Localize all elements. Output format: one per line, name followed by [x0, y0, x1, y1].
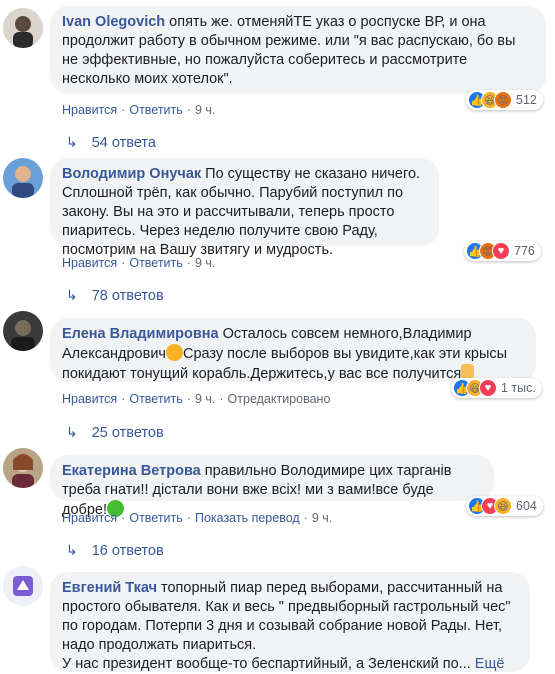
haha-icon: 😆 [494, 497, 512, 515]
see-more-link[interactable]: Ещё [475, 656, 505, 672]
avatar[interactable] [3, 158, 43, 198]
like-link[interactable]: Нравится [62, 511, 117, 525]
comment-actions: Нравится · Ответить · Показать перевод · 9 ч. [62, 511, 333, 525]
comment-author[interactable]: Елена Владимировна [62, 326, 219, 342]
comment-author[interactable]: Ivan Olegovich [62, 14, 165, 30]
replies-count: 78 ответов [91, 287, 164, 304]
comment-actions: Нравится · Ответить · 9 ч. [62, 256, 216, 270]
comment-bubble: Ivan Olegovich опять же. отменяйТЕ указ о… [50, 6, 546, 94]
comment-thread: Ivan Olegovich опять же. отменяйТЕ указ о… [0, 0, 555, 672]
comment-bubble: Елена Владимировна Осталось совсем немног… [50, 318, 536, 382]
reaction-count: 512 [516, 93, 537, 107]
comment-author[interactable]: Володимир Онучак [62, 166, 201, 182]
view-replies-link[interactable]: ↳ 78 ответов [66, 287, 164, 304]
reply-arrow-icon: ↳ [66, 424, 78, 440]
reply-arrow-icon: ↳ [66, 542, 78, 558]
reply-arrow-icon: ↳ [66, 287, 78, 303]
reaction-count: 776 [514, 244, 535, 258]
smile-emoji-icon [165, 344, 183, 361]
timestamp[interactable]: 9 ч. [195, 256, 215, 270]
love-icon: ♥ [492, 242, 510, 260]
replies-count: 25 ответов [91, 424, 164, 441]
reaction-summary[interactable]: 👍 😡 ♥ 776 [464, 241, 541, 261]
view-replies-link[interactable]: ↳ 54 ответа [66, 134, 156, 151]
comment-bubble: Володимир Онучак По существу не сказано н… [50, 158, 439, 258]
reply-link[interactable]: Ответить [129, 392, 182, 406]
view-replies-link[interactable]: ↳ 16 ответов [66, 542, 164, 559]
reply-arrow-icon: ↳ [66, 134, 78, 150]
reaction-count: 1 тыс. [501, 381, 536, 395]
avatar[interactable] [3, 311, 43, 351]
avatar[interactable] [3, 566, 43, 606]
comment-actions: Нравится · Ответить · 9 ч. · Отредактировано [62, 392, 331, 406]
view-replies-link[interactable]: ↳ 25 ответов [66, 424, 164, 441]
comment-bubble: Евгений Ткач топорный пиар перед выборами… [50, 572, 530, 672]
reaction-summary[interactable]: 👍 😆 ♥ 1 тыс. [451, 378, 542, 398]
comment-author[interactable]: Екатерина Ветрова [62, 463, 201, 479]
avatar[interactable] [3, 448, 43, 488]
love-icon: ♥ [479, 379, 497, 397]
show-translation-link[interactable]: Показать перевод [195, 511, 300, 525]
reaction-count: 604 [516, 499, 537, 513]
edited-label[interactable]: Отредактировано [228, 392, 331, 406]
like-link[interactable]: Нравится [62, 103, 117, 117]
like-link[interactable]: Нравится [62, 392, 117, 406]
comment-actions: Нравится · Ответить · 9 ч. [62, 103, 216, 117]
reply-link[interactable]: Ответить [129, 256, 182, 270]
replies-count: 54 ответа [91, 134, 156, 151]
comment-text: У нас президент вообще-то беспартийный, … [62, 656, 471, 672]
reply-link[interactable]: Ответить [129, 103, 182, 117]
reaction-summary[interactable]: 👍 😆 😡 512 [466, 90, 543, 110]
angry-icon: 😡 [494, 91, 512, 109]
comment-author[interactable]: Евгений Ткач [62, 580, 157, 596]
timestamp[interactable]: 9 ч. [195, 392, 215, 406]
timestamp[interactable]: 9 ч. [195, 103, 215, 117]
comment-bubble: Екатерина Ветрова правильно Володимире ци… [50, 455, 494, 518]
like-link[interactable]: Нравится [62, 256, 117, 270]
replies-count: 16 ответов [91, 542, 164, 559]
avatar[interactable] [3, 8, 43, 48]
reply-link[interactable]: Ответить [129, 511, 182, 525]
timestamp[interactable]: 9 ч. [312, 511, 332, 525]
reaction-summary[interactable]: 👍 ♥ 😆 604 [466, 496, 543, 516]
